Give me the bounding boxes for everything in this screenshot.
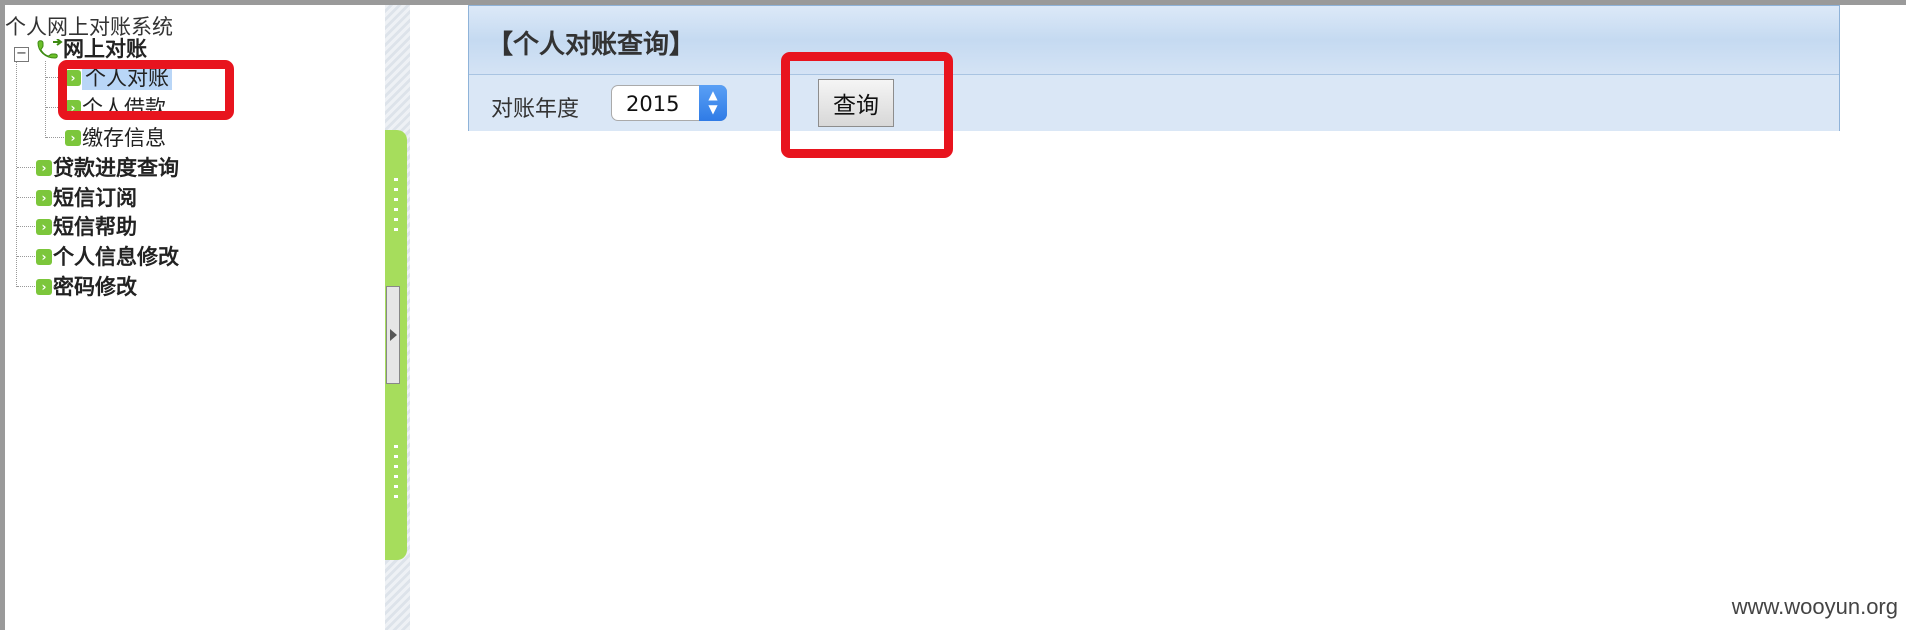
tree-connector bbox=[17, 167, 37, 168]
grip-mark bbox=[394, 208, 398, 211]
grip-mark bbox=[394, 445, 398, 448]
collapse-toggle-icon[interactable]: − bbox=[14, 47, 29, 62]
tree-item-deposit-info[interactable]: › 缴存信息 bbox=[65, 123, 166, 151]
tree-connector bbox=[17, 256, 37, 257]
caret-right-icon bbox=[390, 329, 397, 341]
grip-mark bbox=[394, 228, 398, 231]
highlight-box-query-button bbox=[781, 52, 953, 158]
year-select-value: 2015 bbox=[626, 92, 680, 116]
highlight-box-tree-item bbox=[58, 60, 234, 120]
arrow-right-icon: › bbox=[36, 279, 52, 295]
tree-connector bbox=[17, 286, 37, 287]
tree-item-password-change[interactable]: › 密码修改 bbox=[36, 272, 137, 300]
grip-mark bbox=[394, 495, 398, 498]
tree-item-profile-edit[interactable]: › 个人信息修改 bbox=[36, 242, 179, 270]
grip-mark bbox=[394, 455, 398, 458]
arrow-right-icon: › bbox=[36, 219, 52, 235]
tree-connector bbox=[46, 137, 64, 138]
tree-item-label: 个人信息修改 bbox=[53, 245, 179, 269]
tree-item-sms-subscribe[interactable]: › 短信订阅 bbox=[36, 183, 137, 211]
grip-mark bbox=[394, 178, 398, 181]
grip-mark bbox=[394, 218, 398, 221]
grip-mark bbox=[394, 485, 398, 488]
collapse-pane-button[interactable] bbox=[386, 286, 400, 384]
tree-item-loan-progress[interactable]: › 贷款进度查询 bbox=[36, 153, 179, 181]
tree-item-label: 贷款进度查询 bbox=[53, 156, 179, 180]
panel-title: 【个人对账查询】 bbox=[487, 30, 696, 60]
year-label: 对账年度 bbox=[491, 97, 580, 122]
tree-connector bbox=[17, 226, 37, 227]
tree-item-label: 缴存信息 bbox=[82, 126, 166, 150]
tree-group-label: 网上对账 bbox=[63, 37, 147, 61]
tree-item-label: 短信帮助 bbox=[53, 215, 137, 239]
watermark: www.wooyun.org bbox=[1731, 594, 1898, 619]
arrow-right-icon: › bbox=[36, 249, 52, 265]
phone-icon bbox=[37, 39, 63, 59]
tree-connector bbox=[45, 61, 46, 138]
arrow-right-icon: › bbox=[36, 190, 52, 206]
tree-item-label: 密码修改 bbox=[53, 275, 137, 299]
year-select[interactable]: 2015 ▲ ▼ bbox=[611, 85, 727, 121]
tree-item-label: 短信订阅 bbox=[53, 186, 137, 210]
tree-group-online-reconcile[interactable]: 网上对账 bbox=[35, 34, 147, 62]
tree-item-sms-help[interactable]: › 短信帮助 bbox=[36, 212, 137, 240]
grip-mark bbox=[394, 198, 398, 201]
grip-mark bbox=[394, 475, 398, 478]
tree-connector bbox=[17, 197, 37, 198]
arrow-right-icon: › bbox=[65, 130, 81, 146]
tree-connector bbox=[16, 61, 17, 287]
arrow-right-icon: › bbox=[36, 160, 52, 176]
panel-header: 【个人对账查询】 bbox=[469, 6, 1839, 75]
reconcile-query-panel: 【个人对账查询】 对账年度 2015 ▲ ▼ 查询 bbox=[468, 5, 1840, 131]
grip-mark bbox=[394, 188, 398, 191]
query-form: 对账年度 2015 ▲ ▼ 查询 bbox=[469, 75, 1839, 131]
select-stepper-icon[interactable]: ▲ ▼ bbox=[699, 85, 727, 121]
grip-mark bbox=[394, 465, 398, 468]
